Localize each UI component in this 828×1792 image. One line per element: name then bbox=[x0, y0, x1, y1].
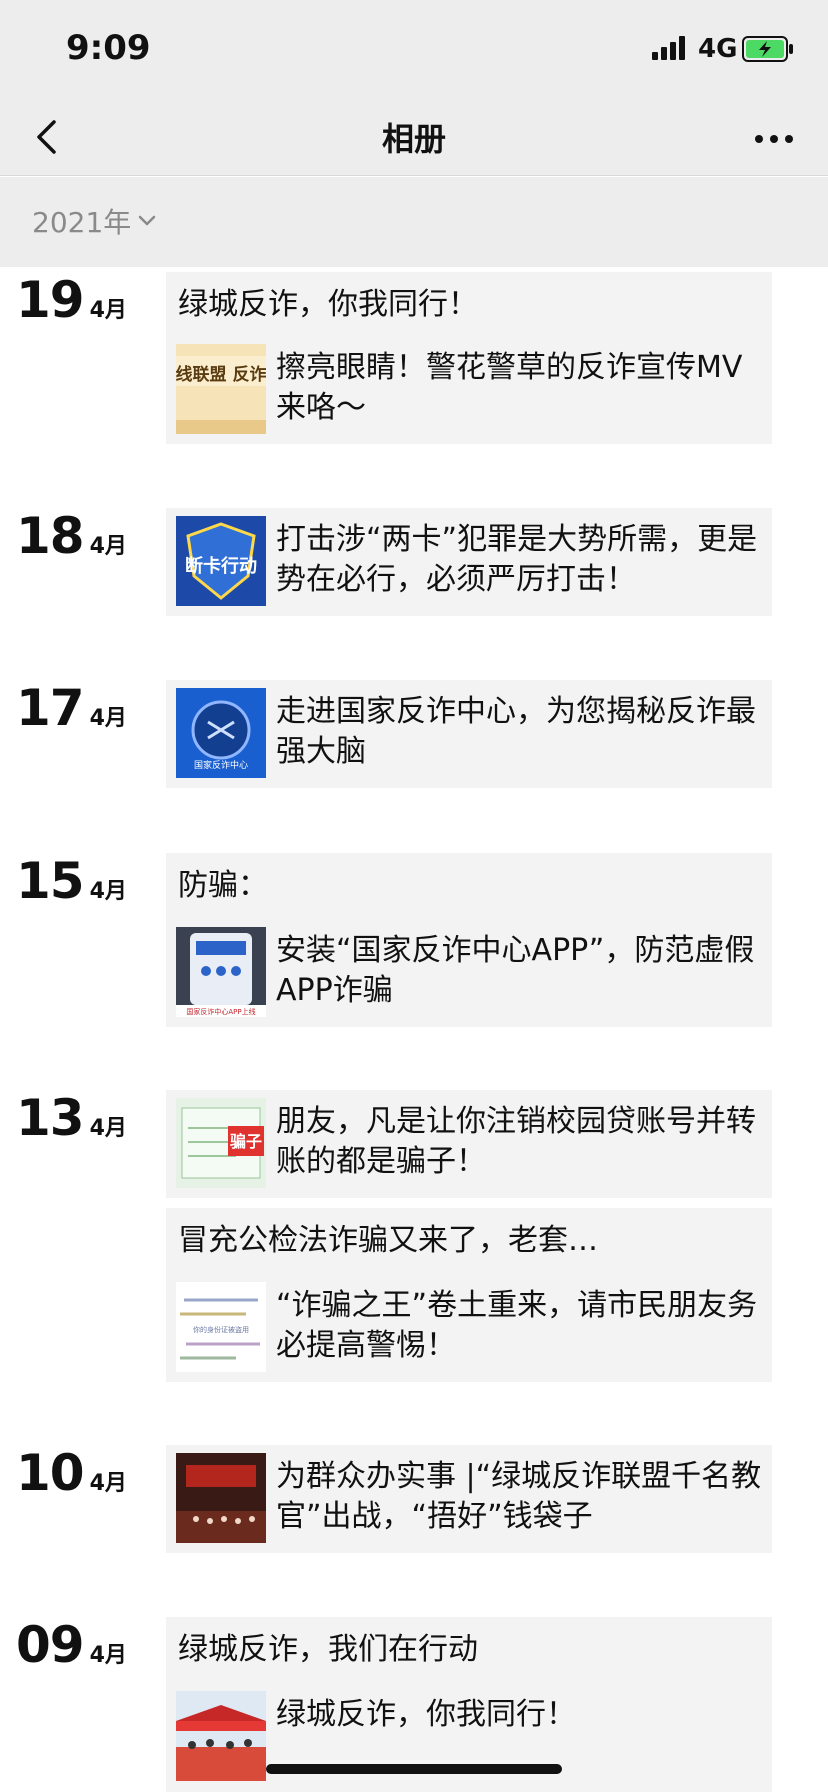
thumbnail-image: 国家反诈中心 bbox=[176, 688, 266, 778]
day-group: 17 4月 国家反诈中心 走进国家反诈中心，为您揭秘反诈最强大脑 bbox=[0, 680, 828, 790]
navigation-bar: 相册 bbox=[0, 100, 828, 176]
day-group: 15 4月 防骗： 国家反诈中心APP上线 安装“国家反诈中心APP”，防范虚假… bbox=[0, 853, 828, 1033]
thumb-text: 阵线联盟 反诈版 bbox=[176, 364, 266, 385]
shared-article[interactable]: 断卡行动 打击涉“两卡”犯罪是大势所需，更是势在必行，必须严厉打击！ bbox=[176, 516, 766, 608]
year-filter-bar: 2021年 bbox=[0, 177, 828, 267]
post-text: 防骗： bbox=[178, 868, 268, 903]
article-title: 为群众办实事 |“绿城反诈联盟千名教官”出战，“捂好”钱袋子 bbox=[276, 1459, 762, 1534]
post-text: 冒充公检法诈骗又来了，老套… bbox=[178, 1223, 598, 1258]
thumb-text: 断卡行动 bbox=[185, 555, 257, 577]
more-options-button[interactable] bbox=[744, 114, 804, 164]
shared-article[interactable]: 骗子 朋友，凡是让你注销校园贷账号并转账的都是骗子！ bbox=[176, 1098, 766, 1190]
day-group: 18 4月 断卡行动 打击涉“两卡”犯罪是大势所需，更是势在必行，必须严厉打击！ bbox=[0, 508, 828, 618]
day-number: 09 bbox=[16, 1616, 85, 1674]
thumbnail-image: 国家反诈中心APP上线 bbox=[176, 927, 266, 1017]
article-thumbnail: 阵线联盟 反诈版 bbox=[176, 344, 266, 434]
thumbnail-image: 阵线联盟 反诈版 bbox=[176, 344, 266, 434]
moment-post[interactable]: 骗子 朋友，凡是让你注销校园贷账号并转账的都是骗子！ bbox=[166, 1090, 772, 1198]
thumb-text: 国家反诈中心APP上线 bbox=[186, 1007, 255, 1016]
status-time: 9:09 bbox=[66, 28, 151, 68]
shared-article[interactable]: 你的身份证被盗用 “诈骗之王”卷土重来，请市民朋友务必提高警惕！ bbox=[176, 1282, 766, 1374]
shared-article[interactable]: 为群众办实事 |“绿城反诈联盟千名教官”出战，“捂好”钱袋子 bbox=[176, 1453, 766, 1545]
chevron-down-icon bbox=[139, 215, 156, 226]
day-date: 17 4月 bbox=[16, 680, 127, 736]
day-number: 10 bbox=[16, 1444, 85, 1502]
article-thumbnail bbox=[176, 1691, 266, 1781]
cellular-signal-icon bbox=[652, 36, 685, 60]
thumbnail-image bbox=[176, 1691, 266, 1781]
shared-article[interactable]: 国家反诈中心 走进国家反诈中心，为您揭秘反诈最强大脑 bbox=[176, 688, 766, 780]
article-title: 绿城反诈，你我同行！ bbox=[276, 1697, 576, 1732]
year-selector[interactable]: 2021年 bbox=[32, 201, 157, 241]
day-number: 17 bbox=[16, 679, 85, 737]
day-date: 15 4月 bbox=[16, 853, 127, 909]
article-title: “诈骗之王”卷土重来，请市民朋友务必提高警惕！ bbox=[276, 1288, 758, 1363]
day-group: 10 4月 为群众办实事 |“绿城反诈联盟千名教官”出战，“捂好”钱袋子 bbox=[0, 1445, 828, 1555]
day-date: 19 4月 bbox=[16, 272, 127, 328]
article-title: 安装“国家反诈中心APP”，防范虚假APP诈骗 bbox=[276, 933, 755, 1008]
day-month: 4月 bbox=[89, 706, 127, 731]
network-type: 4G bbox=[698, 34, 738, 64]
moment-post[interactable]: 防骗： 国家反诈中心APP上线 安装“国家反诈中心APP”，防范虚假APP诈骗 bbox=[166, 853, 772, 1027]
day-month: 4月 bbox=[89, 879, 127, 904]
moment-post[interactable]: 断卡行动 打击涉“两卡”犯罪是大势所需，更是势在必行，必须严厉打击！ bbox=[166, 508, 772, 616]
shared-article[interactable]: 国家反诈中心APP上线 安装“国家反诈中心APP”，防范虚假APP诈骗 bbox=[176, 927, 766, 1019]
article-thumbnail: 断卡行动 bbox=[176, 516, 266, 606]
thumb-text: 国家反诈中心 bbox=[194, 759, 248, 771]
article-thumbnail: 你的身份证被盗用 bbox=[176, 1282, 266, 1372]
year-label: 2021年 bbox=[32, 206, 132, 239]
article-title: 朋友，凡是让你注销校园贷账号并转账的都是骗子！ bbox=[276, 1104, 756, 1179]
thumbnail-image: 骗子 bbox=[176, 1098, 266, 1188]
article-title: 擦亮眼睛！警花警草的反诈宣传MV来咯～ bbox=[276, 350, 743, 425]
article-title: 走进国家反诈中心，为您揭秘反诈最强大脑 bbox=[276, 694, 756, 769]
day-number: 15 bbox=[16, 852, 85, 910]
moment-post[interactable]: 为群众办实事 |“绿城反诈联盟千名教官”出战，“捂好”钱袋子 bbox=[166, 1445, 772, 1553]
shared-article[interactable]: 阵线联盟 反诈版 擦亮眼睛！警花警草的反诈宣传MV来咯～ bbox=[176, 344, 766, 436]
home-indicator[interactable] bbox=[266, 1764, 562, 1774]
thumb-text: 骗子 bbox=[230, 1132, 262, 1151]
thumbnail-image bbox=[176, 1453, 266, 1543]
status-bar: 9:09 4G bbox=[0, 0, 828, 100]
day-group: 19 4月 绿城反诈，你我同行！ 阵线联盟 反诈版 擦亮眼睛！警花警草的反诈宣传… bbox=[0, 272, 828, 452]
more-dots-icon bbox=[755, 135, 793, 143]
moment-post[interactable]: 冒充公检法诈骗又来了，老套… 你的身份证被盗用 “诈骗之王”卷土重来，请市民朋友… bbox=[166, 1208, 772, 1382]
article-thumbnail: 国家反诈中心 bbox=[176, 688, 266, 778]
post-text: 绿城反诈，我们在行动 bbox=[178, 1632, 478, 1667]
thumbnail-image: 你的身份证被盗用 bbox=[176, 1282, 266, 1372]
day-number: 13 bbox=[16, 1089, 85, 1147]
article-title: 打击涉“两卡”犯罪是大势所需，更是势在必行，必须严厉打击！ bbox=[276, 522, 758, 597]
battery-charging-icon bbox=[742, 36, 793, 62]
thumb-text: 你的身份证被盗用 bbox=[193, 1325, 249, 1334]
article-thumbnail bbox=[176, 1453, 266, 1543]
page-title: 相册 bbox=[381, 120, 446, 158]
post-text: 绿城反诈，你我同行！ bbox=[178, 287, 478, 322]
day-month: 4月 bbox=[89, 1116, 127, 1141]
day-date: 10 4月 bbox=[16, 1445, 127, 1501]
day-month: 4月 bbox=[89, 1643, 127, 1668]
day-number: 19 bbox=[16, 271, 85, 329]
article-thumbnail: 骗子 bbox=[176, 1098, 266, 1188]
moment-post[interactable]: 国家反诈中心 走进国家反诈中心，为您揭秘反诈最强大脑 bbox=[166, 680, 772, 788]
day-number: 18 bbox=[16, 507, 85, 565]
thumbnail-image: 断卡行动 bbox=[176, 516, 266, 606]
day-month: 4月 bbox=[89, 298, 127, 323]
day-month: 4月 bbox=[89, 1471, 127, 1496]
day-date: 09 4月 bbox=[16, 1617, 127, 1673]
day-date: 18 4月 bbox=[16, 508, 127, 564]
day-date: 13 4月 bbox=[16, 1090, 127, 1146]
day-group: 13 4月 骗子 朋友，凡是让你注销校园贷账号并转账的都是骗子！ 冒充公检法诈骗… bbox=[0, 1090, 828, 1390]
moment-post[interactable]: 绿城反诈，你我同行！ 阵线联盟 反诈版 擦亮眼睛！警花警草的反诈宣传MV来咯～ bbox=[166, 272, 772, 444]
article-thumbnail: 国家反诈中心APP上线 bbox=[176, 927, 266, 1017]
day-month: 4月 bbox=[89, 534, 127, 559]
